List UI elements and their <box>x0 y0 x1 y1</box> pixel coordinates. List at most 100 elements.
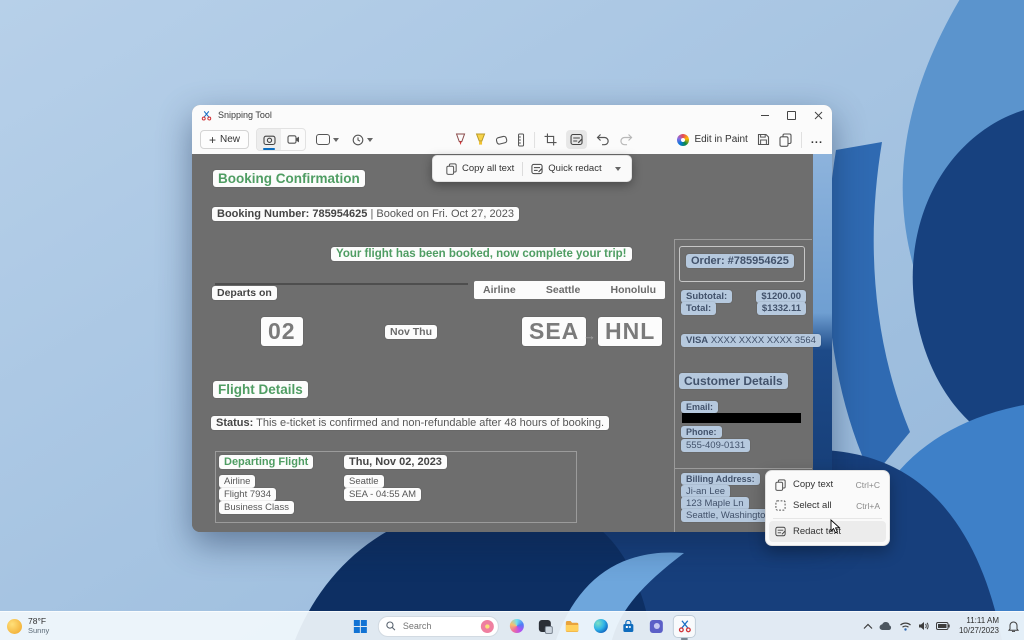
taskbar-item-teams[interactable] <box>646 616 667 637</box>
record-mode-button[interactable] <box>281 129 305 150</box>
video-camera-icon <box>287 134 300 145</box>
departing-flight-heading[interactable]: Departing Flight <box>219 455 313 469</box>
taskbar-item-snipping-tool[interactable] <box>674 616 695 637</box>
departing-cabin[interactable]: Business Class <box>219 501 294 514</box>
menu-item-select-all[interactable]: Select all Ctrl+A <box>769 495 886 516</box>
quick-redact-label: Quick redact <box>548 163 601 174</box>
window-title: Snipping Tool <box>218 110 272 120</box>
minimize-button[interactable] <box>751 105 778 125</box>
ballpoint-pen-tool[interactable] <box>455 133 466 146</box>
select-all-icon <box>775 500 786 511</box>
notifications-bell-icon[interactable] <box>1008 620 1019 632</box>
battery-icon[interactable] <box>936 622 950 630</box>
menu-item-redact-text[interactable]: Redact text <box>769 521 886 542</box>
maximize-icon <box>787 111 796 120</box>
toolbar: + New <box>192 125 832 155</box>
eraser-tool[interactable] <box>495 134 508 146</box>
order-number[interactable]: Order: #785954625 <box>686 254 794 268</box>
mode-segment <box>256 128 306 151</box>
ruler-tool[interactable] <box>517 133 525 147</box>
banner-text[interactable]: Your flight has been booked, now complet… <box>331 247 632 261</box>
snip-shape-dropdown[interactable] <box>313 134 342 145</box>
onedrive-icon[interactable] <box>879 621 893 631</box>
total-value[interactable]: $1332.11 <box>757 302 806 315</box>
redact-icon <box>531 163 543 175</box>
taskbar-clock[interactable]: 11:11 AM 10/27/2023 <box>959 616 999 635</box>
redacted-email-bar[interactable] <box>682 413 801 423</box>
order-number-box: Order: #785954625 <box>679 246 805 282</box>
store-icon <box>622 620 635 633</box>
close-icon <box>814 111 823 120</box>
text-actions-icon <box>570 133 583 146</box>
departing-city[interactable]: Seattle <box>344 475 384 488</box>
copy-all-text-button[interactable]: Copy all text <box>438 156 522 181</box>
divider-line <box>215 283 468 285</box>
more-options-button[interactable]: ... <box>811 134 823 146</box>
taskbar-item-store[interactable] <box>618 616 639 637</box>
dest-code[interactable]: HNL <box>598 317 662 346</box>
card-brand: VISA <box>686 335 708 346</box>
search-icon <box>386 621 396 631</box>
departs-on-label[interactable]: Departs on <box>212 286 277 300</box>
crop-tool[interactable] <box>544 133 557 146</box>
network-icon[interactable] <box>899 621 912 631</box>
departing-flight-number[interactable]: Flight 7934 <box>219 488 276 501</box>
snipping-tool-icon <box>677 619 691 633</box>
hidden-icons-chevron[interactable] <box>863 623 873 630</box>
route-header[interactable]: Airline Seattle Honolulu <box>474 281 665 299</box>
snip-delay-dropdown[interactable] <box>349 134 376 146</box>
menu-item-copy-text[interactable]: Copy text Ctrl+C <box>769 474 886 495</box>
edit-in-paint-button[interactable]: Edit in Paint <box>677 134 747 146</box>
departing-time[interactable]: SEA - 04:55 AM <box>344 488 421 501</box>
phone-label[interactable]: Phone: <box>681 426 722 438</box>
taskbar-item-edge[interactable] <box>590 616 611 637</box>
snip-mode-button[interactable] <box>257 129 281 150</box>
taskbar-item-file-explorer[interactable] <box>562 616 583 637</box>
customer-details-heading[interactable]: Customer Details <box>679 373 788 389</box>
menu-shortcut: Ctrl+C <box>856 480 880 490</box>
redo-button[interactable] <box>619 133 633 146</box>
departing-airline[interactable]: Airline <box>219 475 255 488</box>
phone-number[interactable]: 555-409-0131 <box>681 439 750 452</box>
billing-address-label[interactable]: Billing Address: <box>681 473 760 485</box>
search-input[interactable] <box>401 620 463 632</box>
new-snip-button[interactable]: + New <box>200 130 249 149</box>
volume-icon[interactable] <box>918 621 930 631</box>
maximize-button[interactable] <box>778 105 805 125</box>
total-label[interactable]: Total: <box>681 302 716 315</box>
booking-confirmation-heading[interactable]: Booking Confirmation <box>213 170 365 187</box>
depart-day[interactable]: 02 <box>261 317 303 346</box>
billing-city[interactable]: Seattle, Washington <box>681 509 776 522</box>
email-label[interactable]: Email: <box>681 401 718 413</box>
origin-code[interactable]: SEA <box>522 317 586 346</box>
chevron-down-icon[interactable] <box>615 167 621 171</box>
weather-widget[interactable]: 78°F Sunny <box>7 612 49 640</box>
start-button[interactable] <box>350 616 371 637</box>
titlebar[interactable]: Snipping Tool <box>192 105 832 125</box>
save-button[interactable] <box>757 133 770 146</box>
status-line[interactable]: Status: This e-ticket is confirmed and n… <box>211 416 609 430</box>
quick-redact-button[interactable]: Quick redact <box>523 156 609 181</box>
booking-number-line[interactable]: Booking Number: 785954625 | Booked on Fr… <box>212 207 519 221</box>
undo-button[interactable] <box>596 133 610 146</box>
snipping-tool-window: Snipping Tool + New <box>192 105 832 532</box>
taskbar-item-task-view[interactable] <box>534 616 555 637</box>
context-menu: Copy text Ctrl+C Select all Ctrl+A Redac… <box>765 470 890 546</box>
chevron-down-icon <box>367 138 373 142</box>
flight-details-heading[interactable]: Flight Details <box>213 381 308 398</box>
departing-date[interactable]: Thu, Nov 02, 2023 <box>344 455 447 469</box>
edge-icon <box>593 619 607 633</box>
paint-icon <box>677 134 689 146</box>
taskbar-search[interactable] <box>378 616 499 637</box>
copy-button[interactable] <box>779 133 792 147</box>
depart-month[interactable]: Nov Thu <box>385 325 437 339</box>
tray-time: 11:11 AM <box>966 616 999 626</box>
text-actions-button[interactable] <box>566 130 587 149</box>
tray-date: 10/27/2023 <box>959 626 999 636</box>
taskbar-item-copilot[interactable] <box>506 616 527 637</box>
highlighter-tool[interactable] <box>475 133 486 146</box>
close-button[interactable] <box>805 105 832 125</box>
card-number[interactable]: VISA XXXX XXXX XXXX 3564 <box>681 334 821 347</box>
route-dest-city: Honolulu <box>611 284 657 296</box>
weather-condition: Sunny <box>28 627 49 636</box>
